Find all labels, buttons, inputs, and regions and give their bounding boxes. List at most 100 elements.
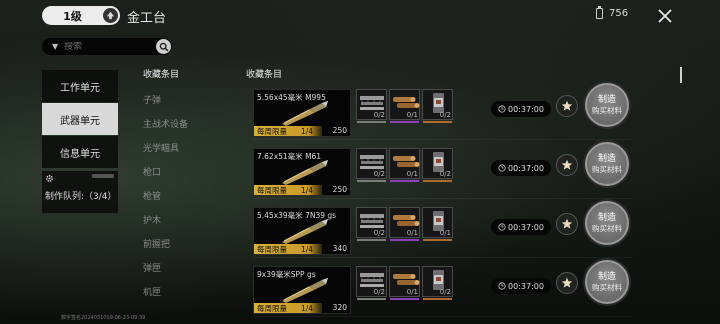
- material-rarity-bar: [357, 121, 386, 123]
- material-count: 0/1: [406, 229, 418, 237]
- favorite-button[interactable]: [556, 213, 578, 235]
- metal-parts-icon: [360, 214, 384, 228]
- craft-label: 制造: [597, 94, 616, 105]
- material-slot[interactable]: 0/2: [356, 266, 387, 300]
- craft-button[interactable]: 制造 购买材料: [585, 142, 629, 186]
- weekly-limit-bar: 每周限量 1/4: [254, 244, 322, 254]
- row-divider: [253, 139, 633, 140]
- row-divider: [253, 316, 633, 317]
- craft-timer: 00:37:00: [491, 278, 551, 294]
- category-item-magazine[interactable]: 弹匣: [143, 261, 161, 274]
- buy-materials-label: 购买材料: [592, 282, 622, 292]
- buy-materials-label: 购买材料: [592, 164, 622, 174]
- queue-label: 制作队列:（3/4）: [45, 192, 117, 202]
- material-slot[interactable]: 0/2: [422, 148, 453, 182]
- category-header[interactable]: 收藏条目: [143, 67, 179, 80]
- material-rarity-bar: [357, 298, 386, 300]
- category-item-barrel[interactable]: 枪管: [143, 189, 161, 202]
- material-slot[interactable]: 0/1: [389, 266, 420, 300]
- search-icon: [159, 42, 169, 52]
- category-item-muzzle[interactable]: 枪口: [143, 165, 161, 178]
- search-bar: ▼: [42, 38, 172, 55]
- material-count: 0/1: [406, 111, 418, 119]
- craft-time: 00:37:00: [508, 163, 544, 173]
- material-slot[interactable]: 0/1: [422, 207, 453, 241]
- material-slot[interactable]: 0/2: [356, 207, 387, 241]
- clock-icon: [498, 282, 506, 290]
- category-item-foregrip[interactable]: 前握把: [143, 237, 170, 250]
- craft-row: 5.45x39毫米 7N39 gs 每周限量 1/4 340 0/2 0/1 0…: [253, 201, 633, 258]
- queue-tag: [92, 174, 114, 178]
- close-button[interactable]: [654, 5, 676, 27]
- gear-icon: [45, 174, 54, 186]
- weekly-limit-bar: 每周限量 1/4: [254, 126, 322, 136]
- list-scrollbar[interactable]: [680, 67, 682, 83]
- category-item-optics[interactable]: 光学瞄具: [143, 141, 179, 154]
- metal-parts-icon: [360, 155, 384, 169]
- craft-row: 9x39毫米SPP gs 每周限量 1/4 320 0/2 0/1 0/2 00…: [253, 260, 633, 317]
- product-card[interactable]: 5.45x39毫米 7N39 gs 每周限量 1/4 340: [253, 207, 351, 255]
- search-input[interactable]: [64, 41, 155, 52]
- weekly-limit-bar: 每周限量 1/4: [254, 303, 322, 313]
- favorite-button[interactable]: [556, 272, 578, 294]
- material-count: 0/1: [439, 229, 451, 237]
- craft-button[interactable]: 制造 购买材料: [585, 201, 629, 245]
- craft-button[interactable]: 制造 购买材料: [585, 83, 629, 127]
- material-slot[interactable]: 0/1: [389, 207, 420, 241]
- material-slot[interactable]: 0/2: [422, 266, 453, 300]
- filter-dropdown-icon[interactable]: ▼: [52, 42, 58, 51]
- favorite-button[interactable]: [556, 95, 578, 117]
- material-count: 0/1: [406, 288, 418, 296]
- bullet-icon: [282, 278, 328, 303]
- craft-timer: 00:37:00: [491, 160, 551, 176]
- material-rarity-bar: [390, 121, 419, 123]
- craft-time: 00:37:00: [508, 281, 544, 291]
- material-rarity-bar: [390, 180, 419, 182]
- material-count: 0/2: [373, 288, 385, 296]
- material-rarity-bar: [357, 239, 386, 241]
- search-button[interactable]: [156, 39, 171, 54]
- weekly-limit-count: 1/4: [301, 126, 314, 136]
- currency-amount: 756: [609, 8, 629, 19]
- craft-queue-panel[interactable]: 制作队列:（3/4）: [42, 171, 118, 213]
- material-slot[interactable]: 0/2: [422, 89, 453, 123]
- category-item-receiver[interactable]: 机匣: [143, 285, 161, 298]
- weekly-limit-count: 1/4: [301, 303, 314, 313]
- category-item-ammo[interactable]: 子弹: [143, 93, 161, 106]
- build-id: 数字签名20240310S9-06-23-09:39: [61, 315, 146, 321]
- material-slot[interactable]: 0/1: [389, 89, 420, 123]
- buy-materials-label: 购买材料: [592, 223, 622, 233]
- product-card[interactable]: 5.56x45毫米 M995 每周限量 1/4 250: [253, 89, 351, 137]
- material-slot[interactable]: 0/2: [356, 148, 387, 182]
- weekly-limit-label: 每周限量: [257, 244, 287, 254]
- product-card[interactable]: 7.62x51毫米 M61 每周限量 1/4 250: [253, 148, 351, 196]
- list-header: 收藏条目: [246, 70, 283, 80]
- weekly-limit-bar: 每周限量 1/4: [254, 185, 322, 195]
- material-rarity-bar: [423, 298, 452, 300]
- material-slot[interactable]: 0/2: [356, 89, 387, 123]
- craft-button[interactable]: 制造 购买材料: [585, 260, 629, 304]
- material-slot[interactable]: 0/1: [389, 148, 420, 182]
- craft-row: 5.56x45毫米 M995 每周限量 1/4 250 0/2 0/1 0/2 …: [253, 83, 633, 140]
- product-quantity: 320: [332, 303, 347, 312]
- clock-icon: [498, 164, 506, 172]
- material-rarity-bar: [357, 180, 386, 182]
- weekly-limit-label: 每周限量: [257, 126, 287, 136]
- unit-tab-work[interactable]: 工作单元: [42, 70, 118, 102]
- battery-icon: [596, 6, 603, 19]
- category-item-handguard[interactable]: 护木: [143, 213, 161, 226]
- bullet-icon: [282, 160, 328, 185]
- star-icon: [561, 100, 573, 111]
- favorite-button[interactable]: [556, 154, 578, 176]
- clock-icon: [498, 223, 506, 231]
- metal-parts-icon: [360, 96, 384, 110]
- unit-tab-info[interactable]: 信息单元: [42, 136, 118, 168]
- weekly-limit-label: 每周限量: [257, 185, 287, 195]
- row-divider: [253, 198, 633, 199]
- product-card[interactable]: 9x39毫米SPP gs 每周限量 1/4 320: [253, 266, 351, 314]
- wood-logs-icon: [393, 274, 420, 285]
- craft-row: 7.62x51毫米 M61 每周限量 1/4 250 0/2 0/1 0/2 0…: [253, 142, 633, 199]
- craft-label: 制造: [597, 271, 616, 282]
- unit-tab-weapon[interactable]: 武器单元: [42, 103, 118, 135]
- category-item-tactical[interactable]: 主战术设备: [143, 117, 188, 130]
